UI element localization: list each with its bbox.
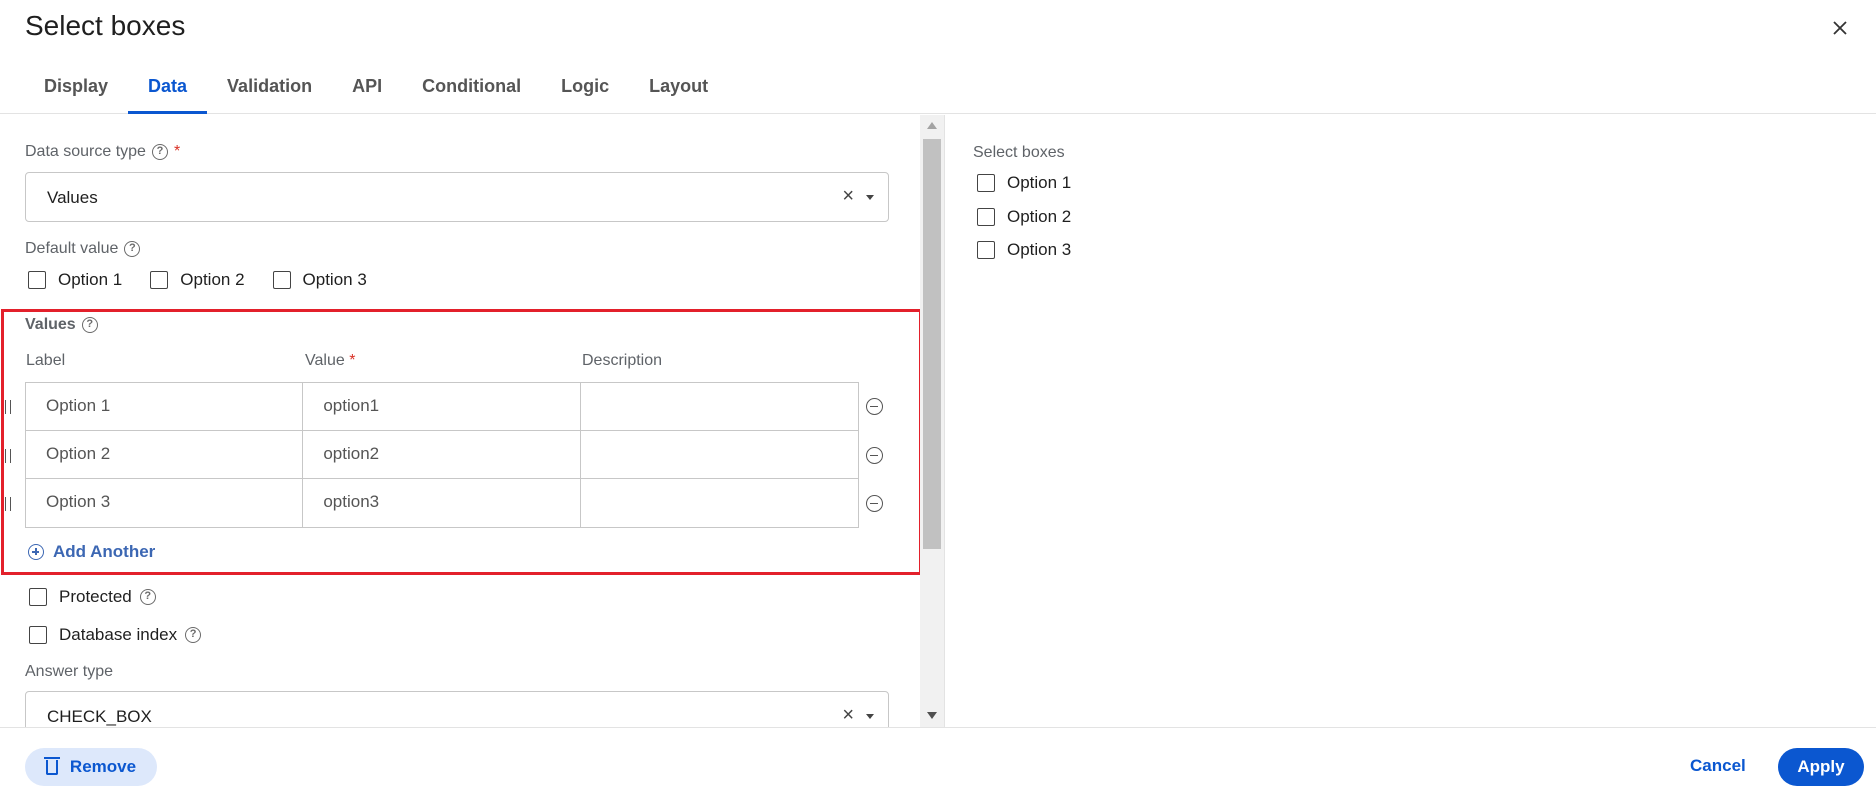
dialog-header: Select boxes Display Data Validation API… — [0, 0, 1876, 114]
checkbox[interactable] — [29, 588, 47, 606]
default-option-1[interactable]: Option 1 — [28, 270, 122, 290]
answer-type-select[interactable]: CHECK_BOX × — [25, 691, 889, 727]
cancel-button[interactable]: Cancel — [1690, 756, 1746, 776]
help-icon[interactable]: ? — [139, 589, 156, 605]
scroll-up-icon[interactable] — [927, 122, 937, 129]
values-highlight — [1, 309, 922, 575]
tab-conditional[interactable]: Conditional — [402, 64, 541, 112]
checkbox[interactable] — [977, 208, 995, 226]
close-icon — [1833, 21, 1847, 35]
clear-icon[interactable]: × — [842, 704, 854, 727]
help-icon[interactable]: ? — [124, 241, 141, 257]
tab-api[interactable]: API — [332, 64, 402, 112]
checkbox[interactable] — [977, 241, 995, 259]
answer-type-label: Answer type — [25, 663, 114, 680]
scrollbar[interactable] — [920, 115, 944, 727]
preview-option-3[interactable]: Option 3 — [977, 240, 1071, 260]
dialog-title: Select boxes — [25, 10, 186, 41]
trash-icon — [43, 756, 60, 775]
tab-display[interactable]: Display — [24, 64, 128, 112]
tab-data[interactable]: Data — [128, 64, 208, 114]
checkbox[interactable] — [150, 271, 169, 289]
help-icon[interactable]: ? — [185, 627, 202, 643]
apply-button[interactable]: Apply — [1778, 748, 1864, 786]
scroll-thumb[interactable] — [923, 139, 941, 549]
protected-checkbox[interactable]: Protected ? — [29, 587, 156, 607]
data-source-label: Data source type ? * — [25, 143, 181, 160]
checkbox[interactable] — [29, 626, 47, 644]
data-source-value: Values — [47, 188, 98, 207]
database-index-checkbox[interactable]: Database index ? — [29, 625, 202, 645]
tab-layout[interactable]: Layout — [629, 64, 728, 112]
preview-title: Select boxes — [973, 144, 1065, 161]
preview-option-1[interactable]: Option 1 — [977, 173, 1071, 193]
data-source-select[interactable]: Values × — [25, 172, 889, 222]
clear-icon[interactable]: × — [842, 185, 854, 208]
scroll-down-icon[interactable] — [927, 712, 937, 719]
default-value-label: Default value ? — [25, 240, 141, 258]
panel-divider — [944, 115, 945, 727]
chevron-down-icon[interactable] — [866, 195, 874, 200]
answer-type-value: CHECK_BOX — [47, 707, 152, 726]
default-option-3[interactable]: Option 3 — [272, 270, 367, 290]
checkbox[interactable] — [28, 271, 46, 289]
checkbox[interactable] — [977, 174, 995, 192]
tab-logic[interactable]: Logic — [541, 64, 629, 112]
remove-button[interactable]: Remove — [25, 748, 157, 786]
help-icon[interactable]: ? — [151, 144, 168, 160]
tab-validation[interactable]: Validation — [207, 64, 332, 112]
tab-bar: Display Data Validation API Conditional … — [24, 64, 728, 114]
preview-option-2[interactable]: Option 2 — [977, 207, 1071, 227]
checkbox[interactable] — [272, 271, 291, 289]
chevron-down-icon[interactable] — [866, 714, 874, 719]
default-value-options: Option 1 Option 2 Option 3 — [28, 270, 367, 290]
dialog-footer: Remove Cancel Apply — [0, 727, 1876, 794]
default-option-2[interactable]: Option 2 — [150, 270, 245, 290]
required-mark: * — [173, 143, 181, 160]
close-button[interactable] — [1826, 14, 1854, 42]
